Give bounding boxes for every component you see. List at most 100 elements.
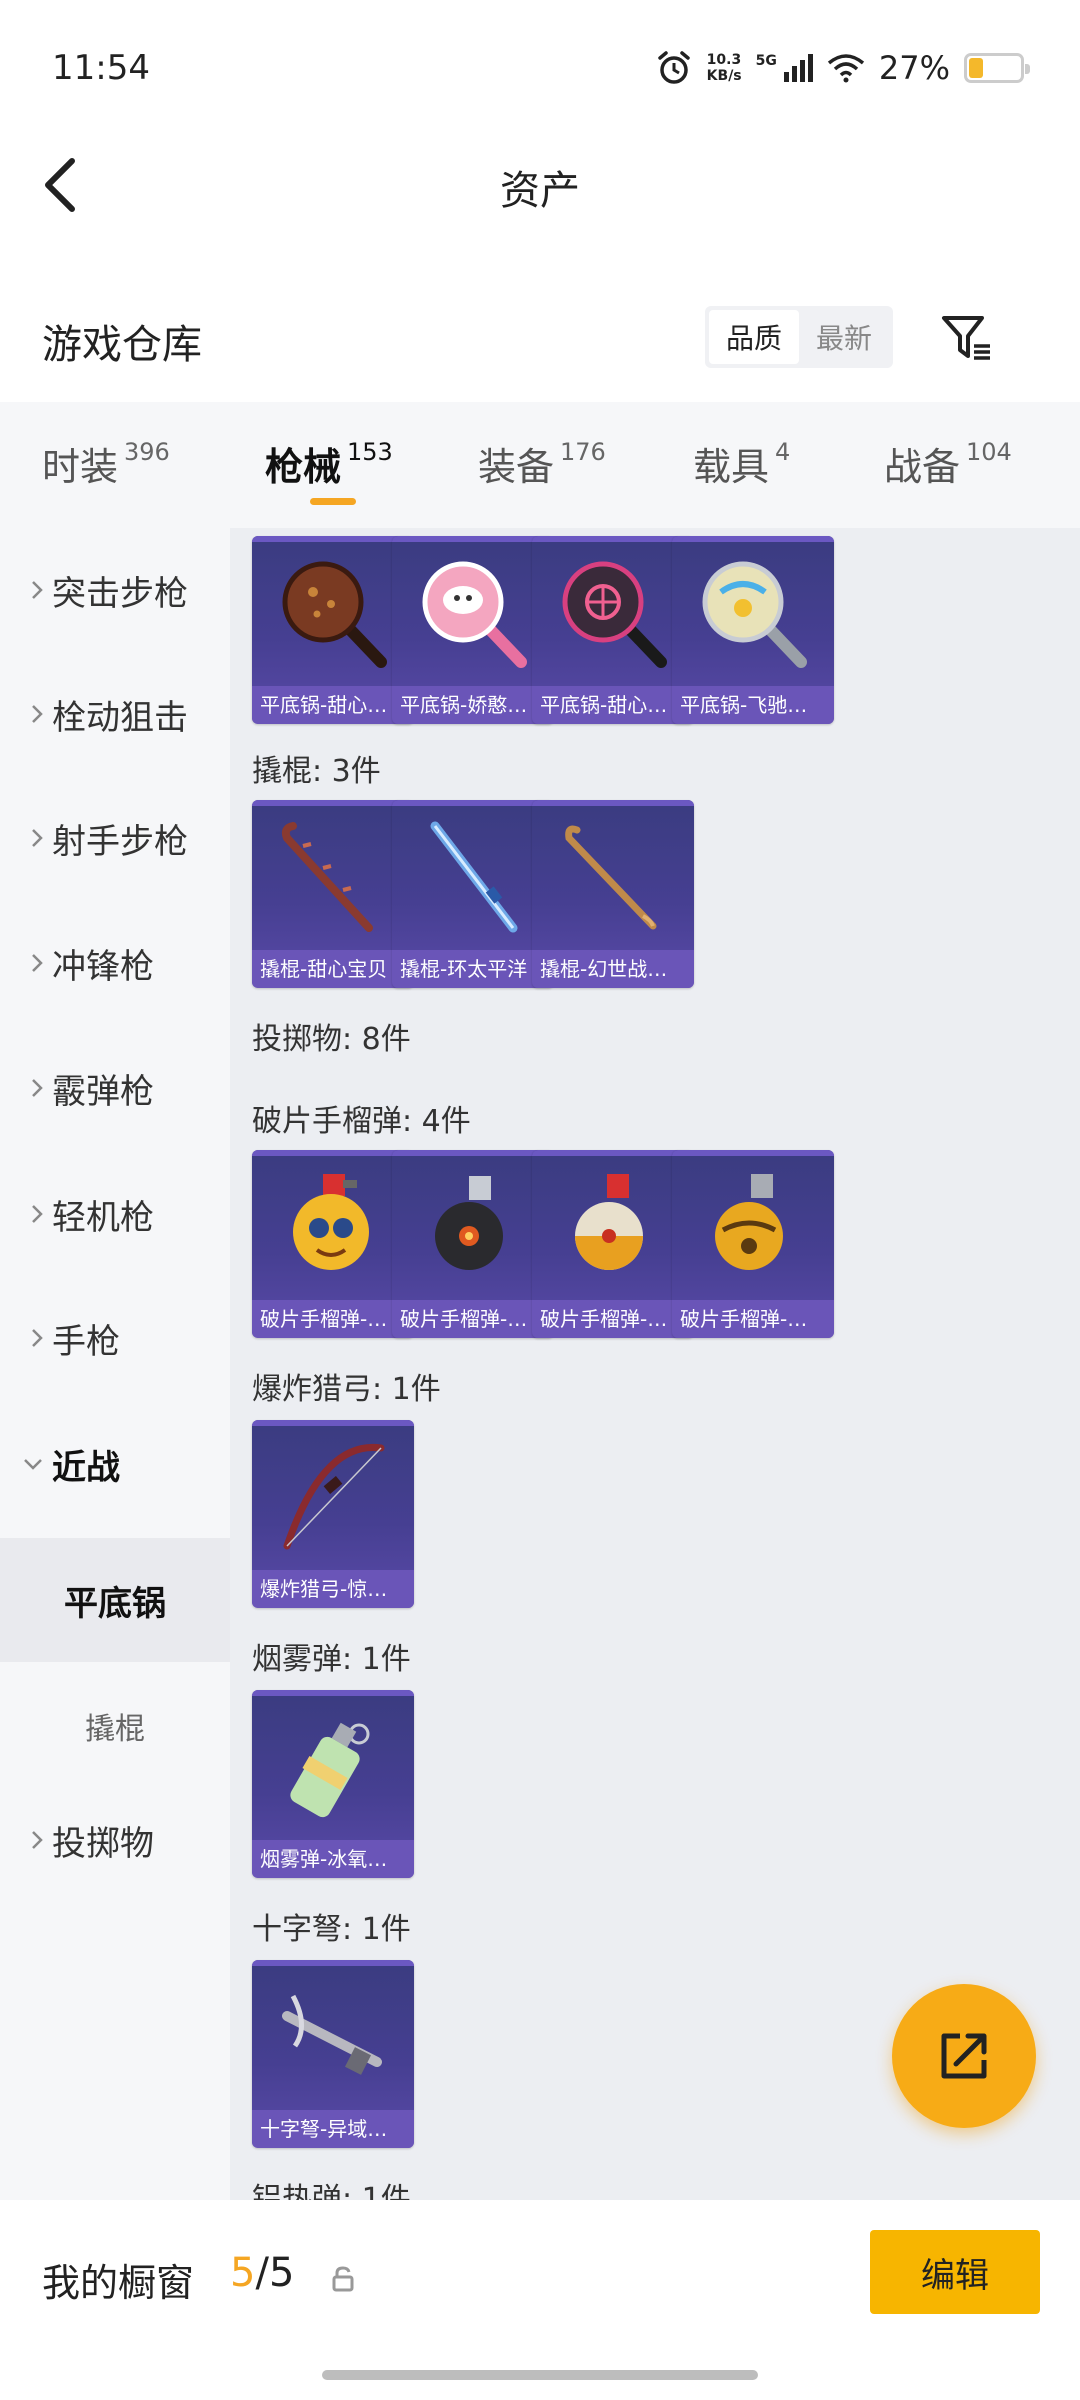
weapon-category-sidebar: 突击步枪 栓动狙击 射手步枪 冲锋枪 霰弹枪 轻机枪 手枪 近战 平底锅 撬棍 … [0,528,230,2200]
item-card[interactable]: 破片手榴弹-… [532,1150,694,1338]
item-grid: 平底锅-甜心… 平底锅-娇憨… 平底锅-甜心… 平底锅-飞驰… 撬棍: 3件 撬… [230,528,1080,2200]
battery-icon [964,53,1030,83]
item-art [672,542,834,682]
chevron-down-icon [24,1459,42,1470]
item-label: 破片手榴弹-… [532,1300,694,1338]
chevron-right-icon [32,954,43,972]
tab-firearms[interactable]: 枪械 153 [265,436,393,491]
wifi-icon [827,54,864,83]
group-title-thermite: 铝热弹: 1件 [252,2182,411,2200]
sidebar-item-label: 近战 [52,1447,120,1488]
sidebar-subitem-frying-pan[interactable]: 平底锅 [0,1538,230,1662]
tab-label: 战备 [884,445,961,489]
item-art [392,806,554,946]
share-fab[interactable] [892,1984,1036,2128]
tab-count: 176 [560,438,606,466]
item-card[interactable]: 爆炸猎弓-惊… [252,1420,414,1608]
item-card[interactable]: 平底锅-娇憨… [392,536,554,724]
sidebar-item-label: 霰弹枪 [52,1071,154,1112]
showcase-current: 5 [230,2250,256,2296]
item-card[interactable]: 撬棍-幻世战… [532,800,694,988]
item-card[interactable]: 平底锅-飞驰… [672,536,834,724]
group-title-crossbow: 十字弩: 1件 [252,1912,411,1947]
home-indicator[interactable] [322,2370,758,2380]
sidebar-item-melee[interactable]: 近战 [0,1432,230,1496]
tab-label: 装备 [478,445,555,489]
sidebar-item-throwables[interactable]: 投掷物 [0,1808,230,1872]
page-title: 资产 [500,168,580,214]
sidebar-item-marksman-rifle[interactable]: 射手步枪 [0,806,230,870]
item-card[interactable]: 破片手榴弹-… [252,1150,414,1338]
item-card[interactable]: 撬棍-环太平洋 [392,800,554,988]
sort-quality-option[interactable]: 品质 [709,310,799,364]
signal-icon [783,54,813,82]
chevron-right-icon [32,1831,43,1849]
item-card[interactable]: 破片手榴弹-… [672,1150,834,1338]
sidebar-item-label: 投掷物 [52,1823,154,1864]
crowbar-icon [430,821,518,933]
item-art [252,806,414,946]
item-card[interactable]: 破片手榴弹-… [392,1150,554,1338]
speed-unit: KB/s [706,68,742,84]
item-card[interactable]: 平底锅-甜心… [252,536,414,724]
edit-button[interactable]: 编辑 [870,2230,1040,2314]
pan-icon [702,561,807,668]
item-label: 撬棍-甜心宝贝 [252,950,414,988]
sidebar-item-label: 轻机枪 [52,1197,154,1238]
chevron-right-icon [32,1079,43,1097]
tab-count: 396 [124,438,170,466]
tab-count: 153 [347,438,393,466]
tab-label: 载具 [693,445,770,489]
item-label: 破片手榴弹-… [252,1300,414,1338]
showcase-separator: / [255,2250,269,2296]
sidebar-item-label: 突击步枪 [52,573,188,614]
item-label: 破片手榴弹-… [672,1300,834,1338]
showcase-label: 我的橱窗 [42,2261,195,2305]
battery-level [969,58,983,78]
tab-count: 4 [775,438,791,466]
group-title-crowbar: 撬棍: 3件 [252,754,381,789]
item-art [532,1156,694,1296]
chevron-right-icon [32,829,43,847]
external-link-icon [941,2033,987,2079]
tab-fashion[interactable]: 时装 396 [42,436,170,491]
sort-newest-option[interactable]: 最新 [799,310,889,364]
sidebar-item-label: 冲锋枪 [52,946,154,987]
showcase-bar: 我的橱窗 5/5 编辑 [0,2200,1080,2400]
item-art [252,1966,414,2106]
crowbar-icon [565,825,657,930]
item-label: 平底锅-娇憨… [392,686,554,724]
item-card[interactable]: 撬棍-甜心宝贝 [252,800,414,988]
item-art [252,1696,414,1836]
tab-supplies[interactable]: 战备 104 [884,436,1012,491]
sort-toggle: 品质 最新 [705,306,893,368]
crowbar-icon [281,822,373,932]
item-card[interactable]: 平底锅-甜心… [532,536,694,724]
sidebar-item-pistol[interactable]: 手枪 [0,1306,230,1370]
battery-tip [1025,64,1030,74]
status-bar: 11:54 10.3 KB/s 5G 27% [0,0,1080,140]
sidebar-item-lmg[interactable]: 轻机枪 [0,1182,230,1246]
battery-percent: 27% [878,49,950,87]
sidebar-item-smg[interactable]: 冲锋枪 [0,931,230,995]
network-type: 5G [755,53,777,69]
tab-vehicles[interactable]: 载具 4 [693,436,790,491]
item-label: 平底锅-甜心… [532,686,694,724]
sidebar-item-assault-rifle[interactable]: 突击步枪 [0,558,230,622]
status-time: 11:54 [52,48,150,88]
item-card[interactable]: 十字弩-异域… [252,1960,414,2148]
sidebar-item-bolt-sniper[interactable]: 栓动狙击 [0,682,230,746]
item-label: 平底锅-飞驰… [672,686,834,724]
sidebar-item-shotgun[interactable]: 霰弹枪 [0,1056,230,1120]
chevron-right-icon [32,705,43,723]
group-title-throwables: 投掷物: 8件 [252,1022,411,1057]
sidebar-subitem-crowbar[interactable]: 撬棍 [0,1696,230,1756]
item-card[interactable]: 烟雾弹-冰氧… [252,1690,414,1878]
item-art [672,1156,834,1296]
tab-equipment[interactable]: 装备 176 [478,436,606,491]
grenade-icon [575,1174,643,1270]
sidebar-item-label: 射手步枪 [52,821,188,862]
item-art [252,542,414,682]
group-title-smoke-grenade: 烟雾弹: 1件 [252,1642,411,1677]
filter-button[interactable] [938,308,998,368]
